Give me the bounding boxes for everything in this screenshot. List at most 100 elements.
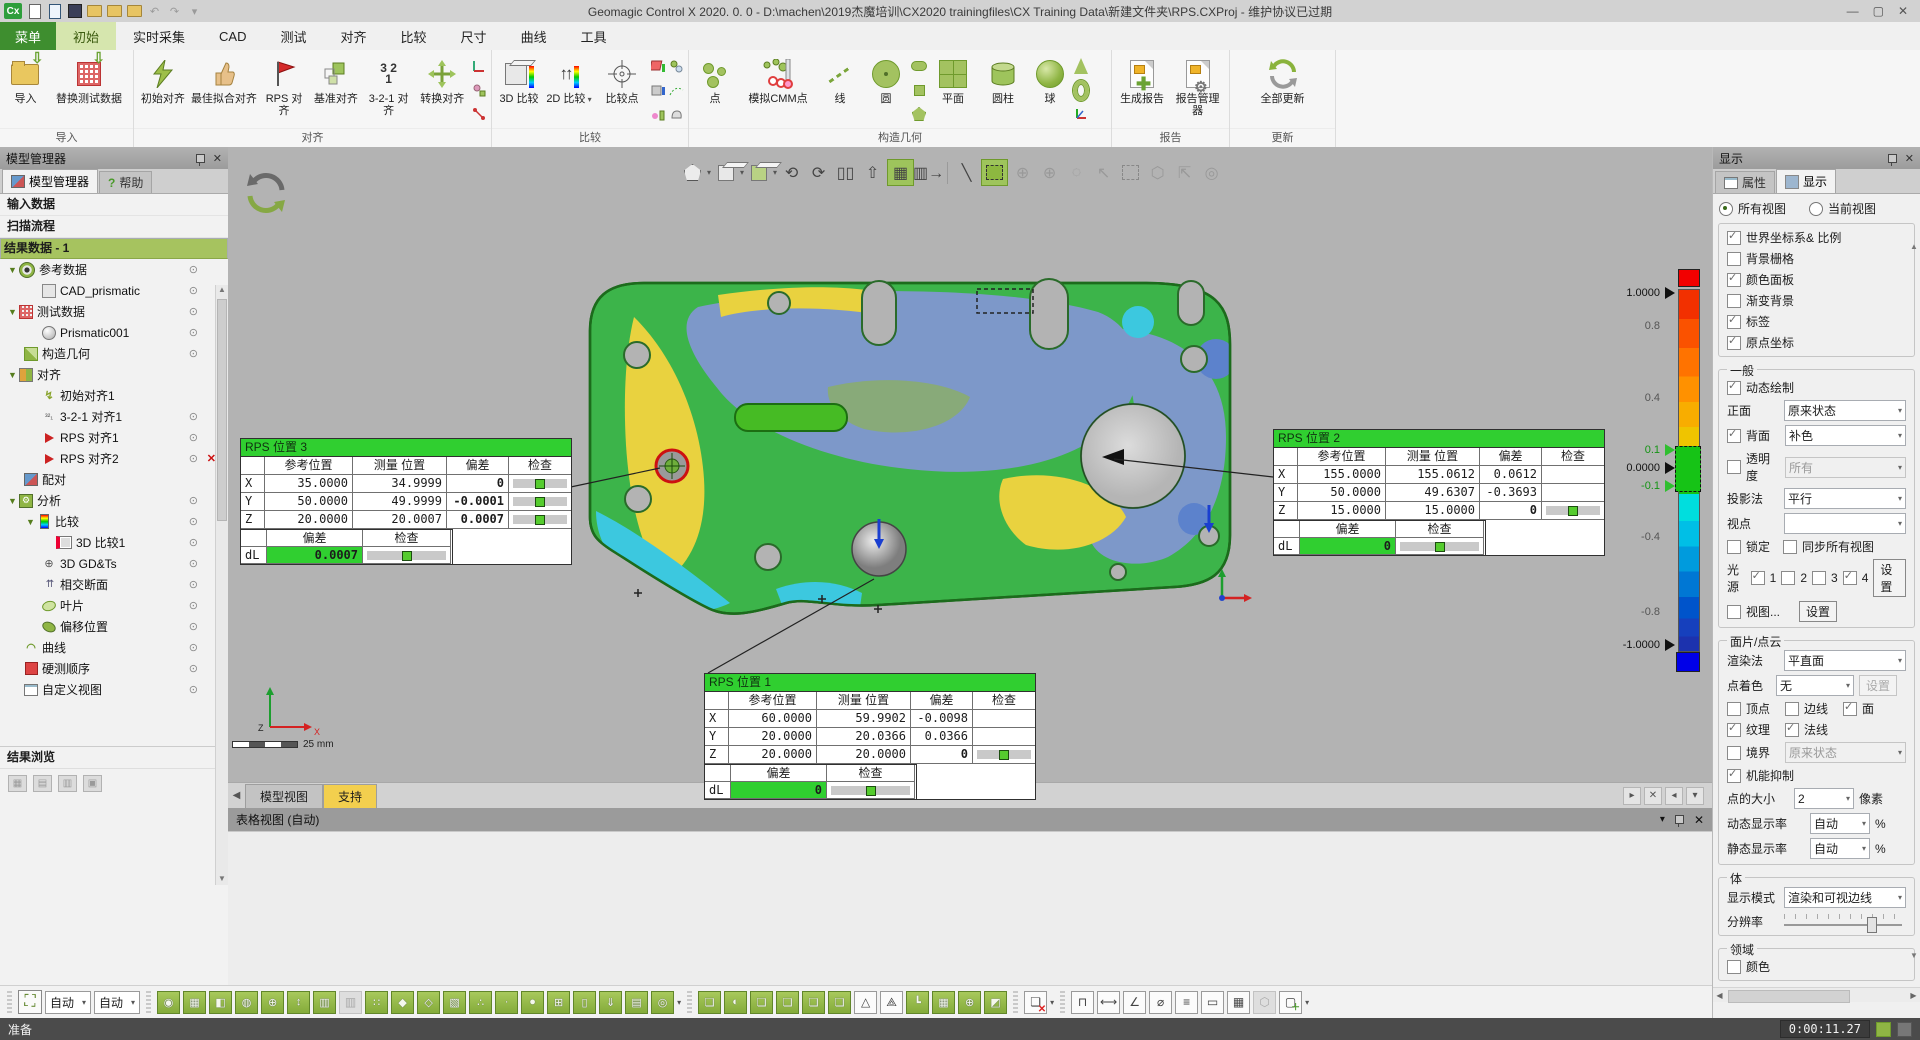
dynamic-rate-select[interactable]: 自动▾: [1810, 813, 1870, 834]
tab-model-manager[interactable]: 模型管理器: [2, 169, 98, 193]
menu-item-compare[interactable]: 比较: [384, 22, 444, 50]
tree-item[interactable]: ▼对齐: [0, 364, 228, 385]
right-panel-scrollbar[interactable]: ▲▼: [1908, 242, 1920, 960]
best-fit-align-button[interactable]: 最佳拟合对齐: [189, 52, 259, 128]
snap-axis-icon[interactable]: ┗: [906, 991, 929, 1014]
light-settings-button[interactable]: 设置: [1873, 559, 1906, 597]
pin-icon[interactable]: [1888, 154, 1897, 163]
filter-point-cluster-icon[interactable]: ∷: [365, 991, 388, 1014]
section-input-data[interactable]: 输入数据: [0, 194, 228, 216]
radio-all-views[interactable]: [1719, 202, 1733, 216]
eye-icon[interactable]: ⊙: [189, 305, 198, 318]
view-shaded-icon[interactable]: [680, 160, 705, 185]
menu-item-dimension[interactable]: 尺寸: [444, 22, 504, 50]
select-extrude-icon[interactable]: ⇱: [1172, 160, 1197, 185]
checkbox-region-color[interactable]: [1727, 960, 1741, 974]
point-button[interactable]: 点: [692, 52, 738, 128]
checkbox-background-grid[interactable]: [1727, 252, 1741, 266]
close-panel-icon[interactable]: ✕: [213, 152, 222, 165]
add-annotation-icon[interactable]: ▢＋: [1279, 991, 1302, 1014]
minimize-button[interactable]: —: [1847, 4, 1859, 18]
filter-face-feature-icon[interactable]: ▧: [443, 991, 466, 1014]
menu-item-live-capture[interactable]: 实时采集: [116, 22, 202, 50]
tree-item[interactable]: 硬测顺序⊙: [0, 658, 228, 679]
filter-point-pair-icon[interactable]: ∴: [469, 991, 492, 1014]
import-button[interactable]: ⇩ 导入: [3, 52, 48, 128]
checkbox-origin[interactable]: [1727, 336, 1741, 350]
open-document-icon[interactable]: [47, 4, 62, 19]
filter-viewport-pair-icon[interactable]: ▥: [313, 991, 336, 1014]
precision-mode-select[interactable]: 自动▾: [94, 991, 140, 1014]
scale-marker-min[interactable]: [1665, 639, 1675, 651]
rectangle-icon[interactable]: [911, 83, 927, 98]
select-circle-grow-icon[interactable]: ⊕: [1037, 160, 1062, 185]
section-result-data[interactable]: 结果数据 - 1: [0, 238, 228, 259]
menu-item-tools[interactable]: 工具: [564, 22, 624, 50]
inspection-part-color-map[interactable]: [578, 267, 1278, 633]
eye-icon[interactable]: ⊙: [189, 641, 198, 654]
tree-item[interactable]: ▼⚙分析⊙: [0, 490, 228, 511]
checkbox-normal[interactable]: [1785, 723, 1799, 737]
color-scale-tolerance-band[interactable]: [1675, 446, 1701, 492]
filter-cylinder-icon[interactable]: ▯: [573, 991, 596, 1014]
back-select[interactable]: 补色▾: [1785, 425, 1906, 446]
pane-close-icon[interactable]: ✕: [1644, 787, 1662, 805]
new-document-icon[interactable]: [27, 4, 42, 19]
tree-item[interactable]: CAD_prismatic⊙: [0, 280, 228, 301]
measure-radius-icon[interactable]: ⌀: [1149, 991, 1172, 1014]
menu-item-test[interactable]: 测试: [264, 22, 324, 50]
select-rectangle-icon[interactable]: [981, 159, 1008, 186]
rotate-view-ccw-icon[interactable]: ⟲: [779, 160, 804, 185]
redo-icon[interactable]: ↷: [167, 4, 182, 19]
select-lasso-icon[interactable]: ◌: [1064, 160, 1089, 185]
pane-list-icon[interactable]: ▾: [1686, 787, 1704, 805]
initial-align-button[interactable]: 初始对齐: [137, 52, 189, 128]
eye-icon[interactable]: ⊙: [189, 347, 198, 360]
select-visible-icon[interactable]: ◎: [1199, 160, 1224, 185]
slot-icon[interactable]: [911, 59, 927, 74]
viewpoint-reset-icon[interactable]: [244, 171, 288, 215]
cone-icon[interactable]: [1073, 59, 1089, 74]
pane-next-icon[interactable]: ▸: [1623, 787, 1641, 805]
measure-distance-icon[interactable]: ⟷: [1097, 991, 1120, 1014]
tree-item[interactable]: Prismatic001⊙: [0, 322, 228, 343]
checkbox-sync-all-views[interactable]: [1783, 540, 1797, 554]
filter-color-map-icon[interactable]: ◧: [209, 991, 232, 1014]
layout-icon-2[interactable]: ▤: [33, 775, 52, 792]
checkbox-labels[interactable]: [1727, 315, 1741, 329]
projection-select[interactable]: 平行▾: [1784, 488, 1906, 509]
snap-cone-icon[interactable]: △: [854, 991, 877, 1014]
silhouette-icon[interactable]: [668, 107, 684, 122]
circle-button[interactable]: 圆: [862, 52, 910, 128]
eye-icon[interactable]: ⊙: [189, 683, 198, 696]
replace-test-data-button[interactable]: ⇩ 替换测试数据: [48, 52, 130, 128]
tree-item[interactable]: ▼参考数据⊙: [0, 259, 228, 280]
pin-icon[interactable]: [196, 154, 205, 163]
cube-map-icon[interactable]: [650, 83, 666, 98]
radio-current-view[interactable]: [1809, 202, 1823, 216]
eye-icon[interactable]: ⊙: [189, 662, 198, 675]
321-align-button[interactable]: 3 21 3-2-1 对齐: [363, 52, 415, 128]
undo-icon[interactable]: ↶: [147, 4, 162, 19]
rps-align-button[interactable]: RPS 对齐: [259, 52, 309, 128]
tree-item[interactable]: RPS 对齐2⊙✕: [0, 448, 228, 469]
eye-icon[interactable]: ⊙: [189, 515, 198, 528]
report-manager-button[interactable]: ⚙ 报告管理器: [1169, 52, 1226, 128]
section-scan-process[interactable]: 扫描流程: [0, 216, 228, 238]
checkbox-vertex[interactable]: [1727, 702, 1741, 716]
tree-item[interactable]: ↯初始对齐1: [0, 385, 228, 406]
layout-icon-1[interactable]: ▦: [8, 775, 27, 792]
snap-edge-icon[interactable]: ❏: [776, 991, 799, 1014]
view-wireframe-caret[interactable]: ▾: [740, 168, 744, 177]
torus-icon[interactable]: [1073, 83, 1089, 98]
select-paint-icon[interactable]: [1118, 160, 1143, 185]
filter-ruler-grid-icon[interactable]: ▤: [625, 991, 648, 1014]
viewport-swap-icon[interactable]: ▥→: [916, 160, 941, 185]
multi-viewport-icon[interactable]: ▦: [887, 159, 914, 186]
render-method-select[interactable]: 平直面▾: [1784, 650, 1906, 671]
checkbox-world-csys[interactable]: [1727, 231, 1741, 245]
delete-copies-icon[interactable]: ❏✕: [1024, 991, 1047, 1014]
measure-angle-icon[interactable]: ∠: [1123, 991, 1146, 1014]
transform-align-button[interactable]: 转换对齐: [415, 52, 471, 128]
checkbox-transparency[interactable]: [1727, 460, 1741, 474]
